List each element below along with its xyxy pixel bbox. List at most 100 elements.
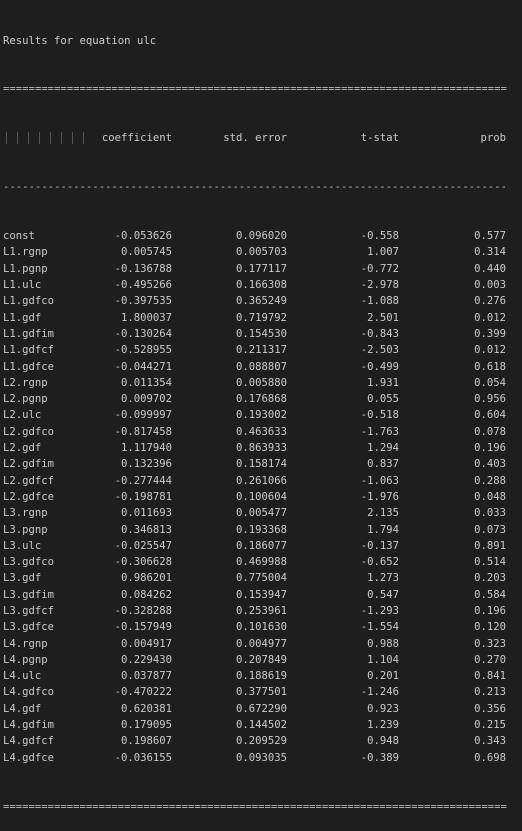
header-std-error: std. error [223, 132, 287, 145]
table-row: L3.pgnp 0.346813 0.193368 1.794 0.073 [3, 522, 519, 538]
row-t-stat: 1.794 [367, 523, 399, 536]
row-coefficient: -0.053626 [114, 230, 172, 243]
results-table-body: const -0.053626 0.096020 -0.558 0.577 L1.rgnp… [3, 228, 519, 766]
row-prob: 0.196 [474, 442, 506, 455]
row-std-error: 0.144502 [235, 719, 287, 732]
row-std-error: 0.253961 [235, 604, 287, 617]
table-row: L3.gdfim 0.084262 0.153947 0.547 0.584 [3, 587, 519, 603]
row-coefficient: 0.620381 [120, 702, 172, 715]
row-coefficient: -0.099997 [114, 409, 172, 422]
row-variable-name: L1.gdf [3, 311, 42, 324]
row-variable-name: L3.gdfce [3, 621, 55, 634]
row-variable-name: L3.gdfim [3, 588, 55, 601]
bottom-double-separator: ========================================… [3, 800, 507, 813]
row-coefficient: 0.986201 [120, 572, 172, 585]
table-row: L3.gdfco -0.306628 0.469988 -0.652 0.514 [3, 554, 519, 570]
row-t-stat: -0.389 [360, 751, 399, 764]
row-std-error: 0.377501 [235, 686, 287, 699]
row-prob: 0.003 [474, 279, 506, 292]
table-row: L1.rgnp 0.005745 0.005703 1.007 0.314 [3, 244, 519, 260]
row-coefficient: -0.306628 [114, 556, 172, 569]
row-variable-name: L4.gdfco [3, 686, 55, 699]
table-row: L3.gdf 0.986201 0.775004 1.273 0.203 [3, 570, 519, 586]
row-variable-name: L3.pgnp [3, 523, 48, 536]
header-name-column [3, 130, 95, 146]
row-variable-name: L2.rgnp [3, 376, 48, 389]
row-coefficient: -0.528955 [114, 344, 172, 357]
table-row: L3.gdfcf -0.328288 0.253961 -1.293 0.196 [3, 603, 519, 619]
row-prob: 0.203 [474, 572, 506, 585]
row-t-stat: 2.501 [367, 311, 399, 324]
row-t-stat: -0.843 [360, 327, 399, 340]
row-prob: 0.120 [474, 621, 506, 634]
table-row: L4.gdfco -0.470222 0.377501 -1.246 0.213 [3, 684, 519, 700]
row-t-stat: -1.063 [360, 474, 399, 487]
table-row: L2.pgnp 0.009702 0.176868 0.055 0.956 [3, 391, 519, 407]
row-coefficient: 0.009702 [120, 393, 172, 406]
row-coefficient: 1.117940 [120, 442, 172, 455]
table-row: L4.rgnp 0.004917 0.004977 0.988 0.323 [3, 636, 519, 652]
row-t-stat: -0.137 [360, 539, 399, 552]
table-row: L4.gdfcf 0.198607 0.209529 0.948 0.343 [3, 733, 519, 749]
row-t-stat: 1.007 [367, 246, 399, 259]
table-row: L2.rgnp 0.011354 0.005880 1.931 0.054 [3, 375, 519, 391]
row-std-error: 0.672290 [235, 702, 287, 715]
row-coefficient: -0.025547 [114, 539, 172, 552]
row-t-stat: -2.978 [360, 279, 399, 292]
row-t-stat: -1.976 [360, 490, 399, 503]
row-variable-name: L3.gdfcf [3, 604, 55, 617]
table-row: L2.gdfcf -0.277444 0.261066 -1.063 0.288 [3, 473, 519, 489]
row-coefficient: -0.136788 [114, 262, 172, 275]
row-std-error: 0.209529 [235, 735, 287, 748]
row-std-error: 0.100604 [235, 490, 287, 503]
row-variable-name: L4.pgnp [3, 653, 48, 666]
row-t-stat: 0.923 [367, 702, 399, 715]
row-prob: 0.078 [474, 425, 506, 438]
table-row: L3.gdfce -0.157949 0.101630 -1.554 0.120 [3, 619, 519, 635]
row-prob: 0.403 [474, 458, 506, 471]
row-prob: 0.196 [474, 604, 506, 617]
row-variable-name: const [3, 230, 35, 243]
table-row: const -0.053626 0.096020 -0.558 0.577 [3, 228, 519, 244]
row-std-error: 0.096020 [235, 230, 287, 243]
row-std-error: 0.154530 [235, 327, 287, 340]
row-variable-name: L2.gdfce [3, 490, 55, 503]
row-std-error: 0.176868 [235, 393, 287, 406]
table-row: L1.gdfco -0.397535 0.365249 -1.088 0.276 [3, 293, 519, 309]
row-std-error: 0.365249 [235, 295, 287, 308]
row-std-error: 0.166308 [235, 279, 287, 292]
row-variable-name: L4.gdfce [3, 751, 55, 764]
row-coefficient: -0.198781 [114, 490, 172, 503]
row-std-error: 0.193368 [235, 523, 287, 536]
row-std-error: 0.207849 [235, 653, 287, 666]
row-std-error: 0.193002 [235, 409, 287, 422]
row-coefficient: 0.198607 [120, 735, 172, 748]
row-std-error: 0.088807 [235, 360, 287, 373]
row-prob: 0.698 [474, 751, 506, 764]
table-row: L4.pgnp 0.229430 0.207849 1.104 0.270 [3, 652, 519, 668]
row-std-error: 0.188619 [235, 670, 287, 683]
rendered-table-bars-icon [6, 132, 84, 145]
row-coefficient: -0.044271 [114, 360, 172, 373]
row-coefficient: -0.157949 [114, 621, 172, 634]
row-prob: 0.215 [474, 719, 506, 732]
row-t-stat: 0.547 [367, 588, 399, 601]
row-prob: 0.399 [474, 327, 506, 340]
row-t-stat: -0.518 [360, 409, 399, 422]
row-std-error: 0.093035 [235, 751, 287, 764]
row-std-error: 0.004977 [235, 637, 287, 650]
row-coefficient: 0.346813 [120, 523, 172, 536]
row-prob: 0.891 [474, 539, 506, 552]
row-variable-name: L2.gdfim [3, 458, 55, 471]
row-coefficient: -0.817458 [114, 425, 172, 438]
header-t-stat: t-stat [360, 132, 399, 145]
row-variable-name: L1.pgnp [3, 262, 48, 275]
row-variable-name: L4.rgnp [3, 637, 48, 650]
row-prob: 0.604 [474, 409, 506, 422]
row-coefficient: -0.277444 [114, 474, 172, 487]
row-coefficient: 0.179095 [120, 719, 172, 732]
header-coefficient: coefficient [101, 132, 172, 145]
row-prob: 0.276 [474, 295, 506, 308]
table-row: L2.gdf 1.117940 0.863933 1.294 0.196 [3, 440, 519, 456]
row-std-error: 0.469988 [235, 556, 287, 569]
